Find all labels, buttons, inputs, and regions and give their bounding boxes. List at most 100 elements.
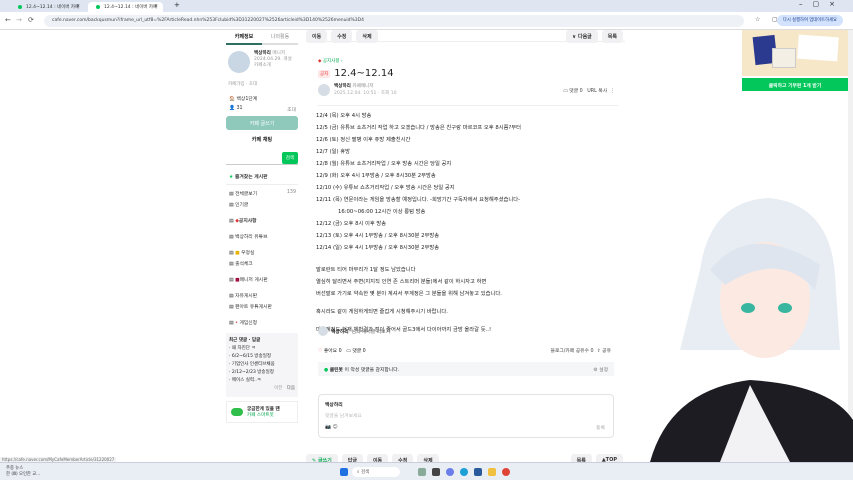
comment-button[interactable]: ▭ 댓글 0 xyxy=(346,349,365,354)
recent-comments-panel: 최근 댓글 · 답글 · 왜 자진단 ㅋ · 6/2~6/15 방송일정 · 기… xyxy=(226,333,298,397)
tab-strip: 12.4~12.14 : 네이버 카페 × 12.4~12.14 : 네이버 카페… xyxy=(0,0,853,12)
star-icon[interactable]: ☆ xyxy=(755,16,760,23)
edit-button[interactable]: 수정 xyxy=(331,30,353,43)
recent-item[interactable]: · 왜 자진단 ㅋ xyxy=(229,345,295,353)
more-icon[interactable]: ⋮ xyxy=(610,89,615,94)
prev-button[interactable]: 이전 xyxy=(274,386,282,391)
menu-friendship[interactable]: ▤ ■ 우정실 xyxy=(226,247,298,258)
tab-cafe-info[interactable]: 카페정보 xyxy=(226,30,262,45)
submit-comment-button[interactable]: 등록 xyxy=(596,424,605,431)
search-button[interactable]: 검색 xyxy=(281,152,298,164)
browser-tab-active[interactable]: 12.4~12.14 : 네이버 카페 × xyxy=(88,2,163,12)
favicon-icon xyxy=(96,5,100,9)
url-copy-button[interactable]: URL 복사 xyxy=(587,89,607,94)
author-name[interactable]: 백상하리 xyxy=(334,84,351,89)
menu-manager-board[interactable]: ▤ ■메니저 게시판 xyxy=(226,274,298,285)
share-button[interactable]: ⇪ 공유 xyxy=(597,349,611,354)
ad-banner[interactable]: 클릭하고 기부펀 1개 받기 xyxy=(742,30,848,91)
recent-item[interactable]: · 기업인사 인센티브채움 xyxy=(229,361,295,369)
reload-icon[interactable]: ⟳ xyxy=(28,16,34,24)
menu-all-posts[interactable]: ▤ 전체글보기 139 xyxy=(226,188,298,199)
next-button[interactable]: 다음 xyxy=(287,386,295,391)
cafe-name[interactable]: 백상하리 xyxy=(254,51,271,56)
next-post-button[interactable]: ∨ 다음글 xyxy=(566,30,598,43)
chrome-icon[interactable] xyxy=(502,468,510,476)
more-by-label: 님의 게시글 더보기 xyxy=(351,329,391,335)
app-icon[interactable] xyxy=(446,468,454,476)
emoji-icon[interactable]: ☺ xyxy=(333,425,338,430)
menu-attendance[interactable]: ▤ 출석체크 xyxy=(226,258,298,269)
schedule-line: 12/12 (금) 오후 8시 이후 방송 xyxy=(316,221,387,227)
camera-icon[interactable]: 📷 xyxy=(325,425,331,430)
menu-label: 인기글 xyxy=(235,203,249,208)
taskbar-search[interactable]: ⌕ 검색 xyxy=(352,467,400,477)
post-count: 139 xyxy=(286,190,296,195)
schedule-line: 12/6 (토) 정신 팔병 이후 쥬방 제출친시간 xyxy=(316,137,411,143)
close-icon[interactable]: × xyxy=(154,4,158,9)
menu-free-board[interactable]: ▤ 자유게시판 xyxy=(226,290,298,301)
widgets-icon[interactable] xyxy=(418,468,426,476)
smartbot-promo[interactable]: 궁금한게 있을 땐 카페 스마트봇 xyxy=(226,401,298,423)
taskview-icon[interactable] xyxy=(432,468,440,476)
url-input[interactable]: cafe.naver.com/backqusmun?iframe_url_utf… xyxy=(44,15,744,27)
favorites-header[interactable]: ★ 즐겨찾는 게시판 xyxy=(226,171,298,185)
board-link[interactable]: ◆ 공지사항 › xyxy=(318,58,343,64)
cleanbot-banner: ● 클린봇 이 악성 댓글을 감지합니다. ⚙ 설정 xyxy=(318,362,614,376)
back-icon[interactable]: ← xyxy=(5,16,11,24)
menu-label: 공지사항 xyxy=(238,219,257,224)
post-date: 2025.12.04. 10:51 · 조회 10 xyxy=(334,91,397,96)
menu-label: 자유게시판 xyxy=(235,294,258,299)
forward-icon[interactable]: → xyxy=(16,16,22,24)
author-avatar[interactable] xyxy=(318,84,330,96)
taskbar: 주중 뉴스 한 (Ⅲ) 오인한 교... ⌕ 검색 xyxy=(0,462,853,480)
delete-button[interactable]: 삭제 xyxy=(356,30,378,43)
invite-link[interactable]: 초대 xyxy=(249,82,257,87)
edge-icon[interactable] xyxy=(460,468,468,476)
menu-game-request[interactable]: ▤ • 게임신청 xyxy=(226,317,298,328)
schedule-line: 12/8 (월) 유튜브 쇼츠거리작업 / 오후 방송 시간은 당일 공지 xyxy=(316,161,452,167)
tab-my-activity[interactable]: 나의활동 xyxy=(262,30,298,45)
more-by-author[interactable]: 백상하리 님의 게시글 더보기 xyxy=(318,326,390,336)
cafe-search-input[interactable] xyxy=(226,152,282,164)
cafe-intro-link[interactable]: 카페소개 xyxy=(254,63,271,68)
cafe-write-button[interactable]: 카페 글쓰기 xyxy=(226,116,298,130)
schedule-line: 12/14 (일) 오후 4시 1부방송 / 오후 8시30분 2부방송 xyxy=(316,245,440,251)
explorer-icon[interactable] xyxy=(488,468,496,476)
menu-label: 백상하리 유튜브 xyxy=(235,235,268,240)
cleanbot-settings[interactable]: ⚙ 설정 xyxy=(593,366,608,373)
start-icon[interactable] xyxy=(340,468,348,476)
level-text: 백상1단계 xyxy=(236,97,258,102)
update-button[interactable]: 다시 실행하여 업데이트하세요 xyxy=(776,15,843,26)
menu-notice[interactable]: ▤ ◆공지사항 xyxy=(226,215,298,226)
move-button[interactable]: 이동 xyxy=(306,30,328,43)
window-controls[interactable]: –▢× xyxy=(799,0,845,8)
schedule-line: 12/11 (목) 연문이라는 게임을 방송할 예정입니다. -희망기간 구독자… xyxy=(316,197,521,203)
recent-item[interactable]: · 2/12~2/23 방송일정 xyxy=(229,369,295,377)
article-actions: ▭ 댓글 0 URL 복사 ⋮ xyxy=(563,87,615,94)
paragraph-line: 버선발로 가기로 약속한 몇 분이 계셔서 부계정은 그 분들을 위해 남겨놓고… xyxy=(316,291,502,297)
ad-button[interactable]: 클릭하고 기부펀 1개 받기 xyxy=(742,78,848,91)
schedule-line: 12/5 (금) 유튜브 쇼츠거리 작업 하고 오겠습니다 / 방송은 친구랑 … xyxy=(316,125,522,131)
close-icon[interactable]: × xyxy=(76,4,80,9)
reactions: ♡ 좋아요 0 ▭ 댓글 0 xyxy=(318,347,366,354)
recent-item[interactable]: · 메이스 실력..ㅋ xyxy=(229,377,295,385)
cafe-chat-button[interactable]: 카페 채팅 xyxy=(226,130,298,149)
list-button[interactable]: 목록 xyxy=(601,30,623,43)
new-tab-button[interactable]: + xyxy=(174,1,180,9)
recent-item[interactable]: · 6/2~6/15 방송일정 xyxy=(229,353,295,361)
store-icon[interactable] xyxy=(474,468,482,476)
article-body: 12/4 (목) 오후 4시 방송 12/5 (금) 유튜브 쇼츠거리 작업 하… xyxy=(316,110,521,336)
update-label: 다시 실행하여 업데이트하세요 xyxy=(782,18,837,23)
menu-fanart[interactable]: ▤ 팬아트 유튜게시판 xyxy=(226,301,298,312)
browser-tab[interactable]: 12.4~12.14 : 네이버 카페 × xyxy=(10,2,85,12)
like-button[interactable]: ♡ 좋아요 0 xyxy=(318,349,342,354)
menu-popular[interactable]: ▤ 인기글 xyxy=(226,199,298,210)
menu-youtube[interactable]: ▤ 백상하리 유튜브 xyxy=(226,231,298,242)
invite-button[interactable]: 초대 xyxy=(287,106,296,113)
comment-input[interactable]: 댓글을 남겨보세요 xyxy=(325,412,607,419)
cleanbot-text: 이 악성 댓글을 감지합니다. xyxy=(344,368,400,373)
news-widget[interactable]: 주중 뉴스 한 (Ⅲ) 오인한 교... xyxy=(6,466,40,478)
cafe-join-link[interactable]: 카페가입 xyxy=(228,82,245,87)
comment-count[interactable]: ▭ 댓글 0 xyxy=(563,89,582,94)
recent-title: 최근 댓글 · 답글 xyxy=(229,338,261,343)
